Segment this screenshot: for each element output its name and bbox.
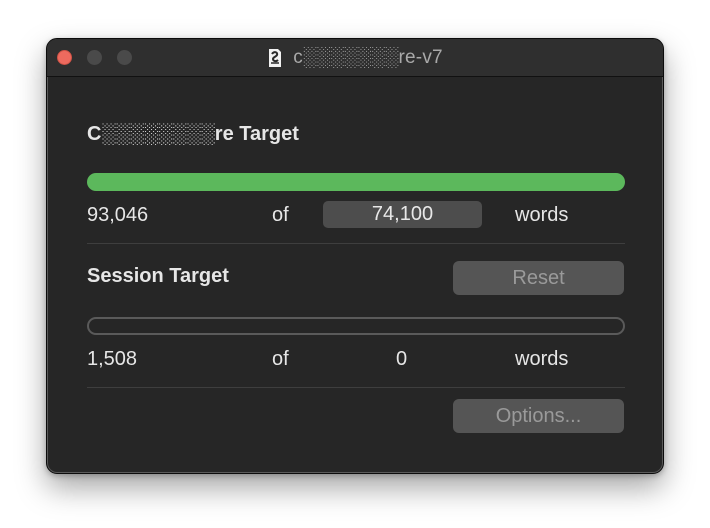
session-progress-bar (87, 317, 625, 335)
session-target-heading: Session Target (87, 265, 229, 287)
project-targets-window: c░░░░░░░re-v7 C░░░░░░░░re Target 93,046 … (46, 38, 664, 474)
session-current-count: 1,508 (87, 348, 138, 370)
session-unit-label: words (515, 348, 569, 370)
document-icon (269, 49, 282, 67)
title-bar[interactable]: c░░░░░░░re-v7 (47, 39, 663, 77)
draft-current-count: 93,046 (87, 204, 149, 226)
title-container: c░░░░░░░re-v7 (47, 39, 663, 77)
window-title: c░░░░░░░re-v7 (293, 47, 443, 68)
footer-divider (87, 387, 625, 388)
draft-unit-label: words (515, 204, 569, 226)
draft-of-label: of (272, 204, 289, 226)
draft-target-heading: C░░░░░░░░re Target (87, 123, 299, 145)
reset-button[interactable]: Reset (453, 261, 624, 295)
options-button[interactable]: Options... (453, 399, 624, 433)
draft-target-field[interactable]: 74,100 (323, 201, 482, 228)
session-target-field[interactable]: 0 (396, 348, 407, 371)
section-divider (87, 243, 625, 244)
draft-progress-bar (87, 173, 625, 191)
session-of-label: of (272, 348, 289, 370)
